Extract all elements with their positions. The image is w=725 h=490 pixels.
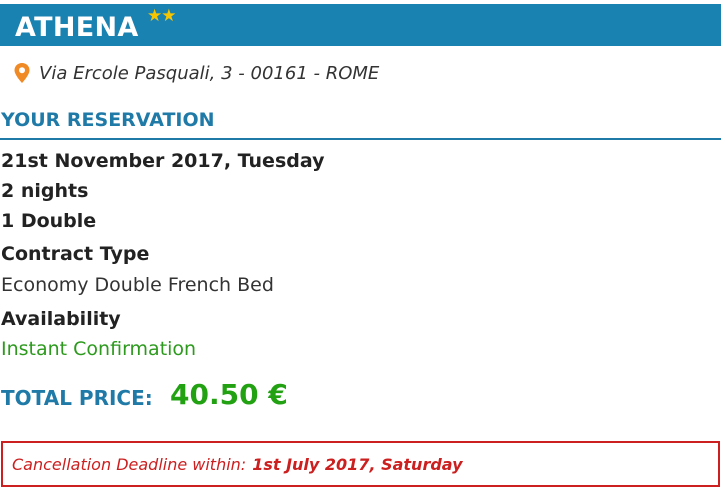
total-price-value: 40.50 €: [170, 378, 288, 411]
reservation-date: 21st November 2017, Tuesday: [1, 150, 325, 172]
star-rating-icon: ★★: [147, 6, 177, 26]
address-row: Via Ercole Pasquali, 3 - 00161 - ROME: [13, 60, 379, 86]
availability-value: Instant Confirmation: [1, 338, 197, 360]
cancellation-label: Cancellation Deadline within:: [12, 454, 247, 474]
reservation-rooms: 1 Double: [1, 210, 97, 232]
hotel-header: ATHENA ★★: [0, 4, 721, 46]
cancellation-date: 1st July 2017, Saturday: [252, 454, 463, 474]
reservation-nights: 2 nights: [1, 180, 89, 202]
reservation-section-title: YOUR RESERVATION: [1, 109, 215, 131]
map-pin-icon: [14, 63, 30, 83]
cancellation-deadline-box: Cancellation Deadline within: 1st July 2…: [1, 441, 720, 487]
contract-type-value: Economy Double French Bed: [1, 274, 274, 296]
hotel-name[interactable]: ATHENA: [15, 12, 139, 43]
hotel-address: Via Ercole Pasquali, 3 - 00161 - ROME: [39, 62, 380, 84]
section-divider: [0, 138, 721, 140]
total-price-label: TOTAL PRICE:: [1, 386, 153, 410]
contract-type-label: Contract Type: [1, 243, 150, 265]
availability-label: Availability: [1, 308, 121, 330]
